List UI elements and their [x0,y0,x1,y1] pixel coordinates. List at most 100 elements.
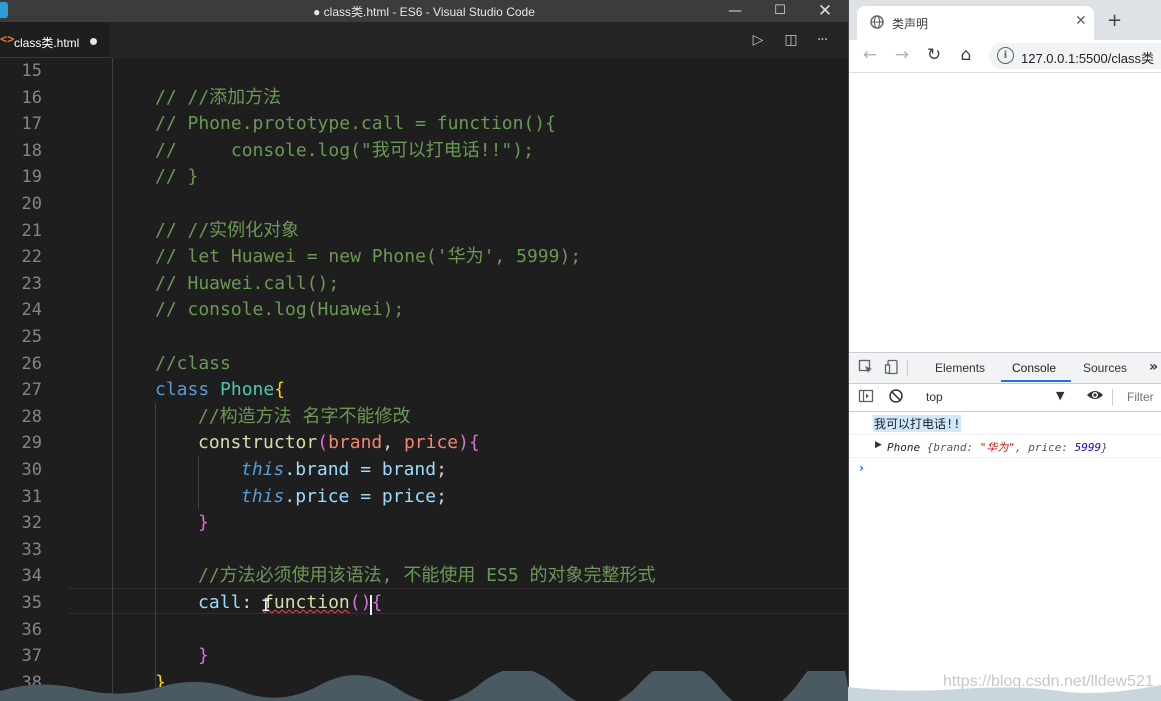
console-object-preview[interactable]: Phone {brand: "华为", price: 5999} [887,439,1108,455]
console-object-row[interactable]: ▶ Phone {brand: "华为", price: 5999} [849,435,1161,458]
console-prompt-icon[interactable]: › [859,461,864,475]
line-number: 21 [21,220,42,241]
context-value: top [926,390,943,404]
punct-token: : [241,592,264,613]
code-line: } [198,645,209,667]
minimize-button[interactable]: — [712,0,758,22]
more-tabs-button[interactable]: » [1149,359,1158,375]
console-filter-input[interactable]: Filter [1127,390,1154,404]
brace-token: { [371,592,383,613]
browser-tab-title: 类声明 [892,17,929,31]
devtools-panel: Elements Console Sources » top ▼ Filter [849,352,1161,701]
keyword-token: class [155,379,210,401]
property-token: .brand = [284,459,382,480]
devtools-tab-bar: Elements Console Sources » [849,353,1161,384]
expand-triangle-icon[interactable]: ▶ [875,440,882,450]
object-mid: , price: [1014,441,1075,454]
code-editor[interactable]: 15 16 // //添加方法 17 // Phone.prototype.call… [0,58,848,701]
line-number: 25 [21,327,42,347]
class-name-token: Phone [220,379,275,401]
line-number: 30 [21,460,42,480]
toolbar-divider [1112,389,1113,406]
code-line: } [198,512,209,534]
line-number: 34 [21,566,42,587]
code-line: // //添加方法 [155,86,282,108]
value-token: brand [381,459,437,480]
line-number: 19 [21,167,42,188]
line-number: 29 [21,433,42,454]
code-line: //class [155,352,231,374]
editor-tab-class-html[interactable]: <> class类.html [0,22,110,58]
code-line: // } [155,166,199,188]
param-token: brand [328,432,383,454]
punct-token: , [382,432,404,454]
this-token: this [241,459,285,480]
url-text[interactable]: 127.0.0.1:5500/class类 [1021,48,1154,67]
line-number: 26 [21,353,42,374]
inspect-element-icon[interactable] [857,359,875,377]
home-button[interactable]: ⌂ [955,45,977,67]
object-price-value: 5999 [1074,441,1102,454]
code-line: //方法必须使用该语法, 不能使用 ES5 的对象完整形式 [198,565,656,587]
reload-button[interactable]: ↻ [923,45,945,67]
line-number: 23 [21,273,42,294]
close-window-button[interactable]: ✕ [802,0,848,22]
line-number: 32 [21,513,42,534]
line-number: 22 [21,247,42,268]
function-token: constructor [198,432,318,454]
tab-console[interactable]: Console [1012,361,1056,375]
line-number: 20 [21,194,42,214]
object-open: {brand: [926,441,980,454]
unsaved-dot-icon[interactable] [90,38,97,45]
punct-token: ; [436,485,447,507]
run-button[interactable]: ▷ [747,30,769,50]
line-number: 17 [21,114,42,135]
browser-tab-strip: 类声明 ✕ + [849,0,1161,40]
code-line: // //实例化对象 [155,219,300,241]
more-actions-button[interactable]: ··· [811,30,833,50]
line-number: 28 [21,406,42,427]
code-line: class Phone{ [155,377,285,404]
property-token: .price = [284,485,382,507]
console-log-text[interactable]: 我可以打电话!! [873,415,962,432]
code-line: this.price = price; [241,484,447,511]
keyword-token: function [263,592,350,613]
code-line: this.brand = brand; [241,457,447,484]
paren-token: () [349,592,372,613]
line-number: 31 [21,486,42,507]
address-bar[interactable]: i 127.0.0.1:5500/class类 [989,43,1161,69]
maximize-button[interactable]: ☐ [757,0,803,22]
line-number: 35 [21,593,42,613]
context-selector[interactable]: top ▼ [919,387,1069,407]
param-token: price [403,432,459,454]
line-number: 37 [21,646,42,667]
line-number: 24 [21,300,42,321]
line-number: 33 [21,539,42,560]
tab-sources[interactable]: Sources [1083,361,1127,375]
object-brand-value: "华为" [979,441,1015,454]
split-editor-button[interactable]: ◫ [780,30,802,50]
value-token: price [381,485,437,507]
globe-icon [870,15,884,29]
text-cursor [370,595,372,615]
clear-console-icon[interactable] [887,388,905,406]
this-token: this [241,485,285,507]
device-toolbar-icon[interactable] [883,359,901,377]
paren-token: ( [317,432,329,454]
code-line: // let Huawei = new Phone('华为', 5999); [155,246,582,268]
code-line: // console.log("我可以打电话!!"); [155,139,534,161]
console-message-row: 我可以打电话!! [849,412,1161,435]
forward-button[interactable]: → [891,45,913,67]
show-sidebar-icon[interactable] [857,388,875,406]
toolbar-divider [907,360,908,376]
live-expression-eye-icon[interactable] [1086,388,1104,406]
back-button[interactable]: ← [859,45,881,67]
close-tab-button[interactable]: ✕ [1075,13,1087,29]
line-number: 18 [21,140,42,161]
new-tab-button[interactable]: + [1107,10,1122,31]
site-info-icon[interactable]: i [997,47,1014,64]
paren-token: ){ [458,432,480,454]
code-line: constructor(brand, price){ [198,430,480,457]
browser-tab[interactable]: 类声明 ✕ [857,6,1094,40]
tab-elements[interactable]: Elements [935,361,985,375]
